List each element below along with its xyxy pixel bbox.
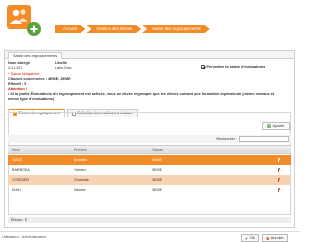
breadcrumb-item-current: Saisie des regroupements [142, 25, 210, 33]
current-user: Utilisateur : Administrateur [2, 235, 47, 239]
search-input[interactable] [239, 136, 289, 142]
ok-button-label: OK [249, 236, 256, 240]
main-panel: Saisie des regroupements Nom abrégé 4-3-… [4, 50, 295, 228]
cell-nom: BARBOSA [12, 168, 30, 172]
table-row[interactable]: GAVE Amelien 4EME [8, 155, 291, 165]
add-button-label: Ajouter [272, 124, 285, 128]
add-student-button[interactable]: + Ajouter [262, 122, 290, 130]
nom-label: Nom abrégé [8, 61, 30, 65]
student-count: Élèves : 5 [8, 217, 291, 223]
effectif-line: Effectif : 5 [8, 82, 27, 86]
ok-button[interactable]: ✔ OK [241, 234, 260, 242]
evaluation-checkbox[interactable] [201, 65, 205, 69]
nom-field[interactable]: 4-3-LATI [8, 66, 22, 70]
outer-tab-bar: Saisie des regroupements [5, 51, 294, 59]
cancel-button-label: Annuler [270, 236, 284, 240]
cell-nom: ISAH [12, 188, 21, 192]
libelle-field[interactable]: Latin-Grec [55, 66, 72, 70]
cell-nom: CORDIER [12, 178, 30, 182]
search-label: Rechercher : [216, 137, 237, 141]
cell-classe: 4EME [152, 158, 163, 162]
table-row[interactable]: BARBOSA Yohann 3EME [8, 165, 291, 175]
cell-prenom: Charlotte [74, 178, 89, 182]
cell-prenom: Nanine [74, 188, 86, 192]
cancel-button[interactable]: ✖ Annuler [262, 234, 288, 242]
search-row: Rechercher : [8, 135, 291, 143]
libelle-label: Libellé [55, 61, 68, 65]
breadcrumb-item-students[interactable]: Gestion des élèves [87, 25, 142, 33]
cell-classe: 3EME [152, 178, 163, 182]
remove-pin-icon[interactable] [277, 178, 280, 182]
remove-pin-icon[interactable] [277, 158, 280, 162]
cell-classe: 3EME [152, 188, 163, 192]
breadcrumb-item-home[interactable]: Accueil [55, 25, 86, 33]
column-header-nom[interactable]: Nom [12, 148, 20, 152]
breadcrumb: Accueil Gestion des élèves Saisie des re… [55, 25, 211, 33]
plus-icon: + [267, 124, 271, 128]
column-header-classe[interactable]: Classe [152, 148, 163, 152]
tab-saisie-regroupements[interactable]: Saisie des regroupements [8, 52, 63, 59]
remove-pin-icon[interactable] [277, 168, 280, 172]
column-header-prenom[interactable]: Prénom [74, 148, 87, 152]
evaluation-checkbox-label: Permettre la saisie d'évaluations [206, 65, 266, 69]
required-note: * Saisie obligatoire [8, 72, 40, 76]
table-row[interactable]: ISAH Nanine 3EME [8, 185, 291, 195]
cell-prenom: Amelien [74, 158, 88, 162]
check-icon: ✔ [245, 236, 249, 241]
evaluation-checkbox-row[interactable]: Permettre la saisie d'évaluations [201, 65, 265, 69]
footer-bar: Utilisateur : Administrateur ✔ OK ✖ Annu… [0, 231, 300, 243]
cell-classe: 3EME [152, 168, 163, 172]
remove-pin-icon[interactable] [277, 188, 280, 192]
attention-title: Attention ! [8, 87, 27, 91]
table-row[interactable]: CORDIER Charlotte 3EME [8, 175, 291, 185]
table-header: Nom Prénom Classe [8, 145, 291, 154]
attention-text: • Si la partie Évaluations du regroupeme… [8, 92, 275, 101]
classes-line: Classes concernées : 4EME, 3EME [8, 77, 71, 81]
app-logo-icon [7, 5, 41, 36]
close-icon: ✖ [266, 236, 270, 241]
cell-nom: GAVE [12, 158, 22, 162]
cell-prenom: Yohann [74, 168, 87, 172]
